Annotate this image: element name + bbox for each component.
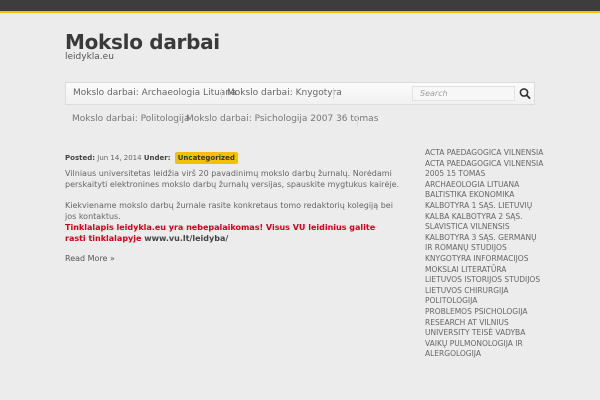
search-input[interactable] [412,86,515,101]
post-notice: Tinklalapis leidykla.eu yra nebepalaikom… [65,222,395,244]
search-icon[interactable] [517,86,533,101]
sidebar-link-baltistika-ekonomika[interactable]: BALTISTIKA EKONOMIKA [425,190,545,201]
sidebar-link-mokslai-literatura[interactable]: MOKSLAI LITERATŪRA LIETUVOS ISTORIJOS ST… [425,265,545,307]
site-description: leidykla.eu [65,52,114,62]
posted-label: Posted: [65,154,96,162]
sidebar-link-acta-paedagogica-2005[interactable]: ACTA PAEDAGOGICA VILNENSIA 2005 15 TOMAS [425,159,545,180]
nav-divider [178,115,179,126]
nav-item-politologija[interactable]: Mokslo darbai: Politologija [72,114,189,124]
sidebar-link-knygotyra-informacijos[interactable]: KNYGOTYRA INFORMACIJOS [425,254,545,265]
nav-divider [221,88,222,99]
top-bar-accent [0,11,600,13]
post-meta: Posted: Jun 14, 2014 Under: Uncategorize… [65,152,238,164]
nav-divider [357,115,358,126]
nav-item-psichologija[interactable]: Mokslo darbai: Psichologija 2007 36 toma… [186,114,378,124]
under-label: Under: [143,154,171,162]
read-more-link[interactable]: Read More » [65,254,115,263]
nav-item-knygotyra[interactable]: Mokslo darbai: Knygotyra [227,83,342,104]
post-paragraph-intro: Vilniaus universitetas leidžia virš 20 p… [65,169,400,189]
nav-item-archaeologia-lituana[interactable]: Mokslo darbai: Archaeologia Lituana [73,83,237,104]
post-date: Jun 14, 2014 [97,154,142,162]
sidebar-link-problemos-psichologija[interactable]: PROBLEMOS PSICHOLOGIJA RESEARCH AT VILNI… [425,307,545,339]
nav-divider [333,88,334,99]
sidebar-link-kalbotyra-3[interactable]: KALBOTYRA 3 SĄS. GERMANŲ IR ROMANŲ STUDI… [425,233,545,254]
post-paragraph-editors: Kiekviename mokslo darbų žurnale rasite … [65,201,393,221]
sidebar-link-acta-paedagogica[interactable]: ACTA PAEDAGOGICA VILNENSIA [425,148,545,159]
site-title[interactable]: Mokslo darbai [65,30,220,54]
sidebar-link-archaeologia-lituana[interactable]: ARCHAEOLOGIA LITUANA [425,180,545,191]
top-bar [0,0,600,11]
sidebar-link-kalbotyra-1-2[interactable]: KALBOTYRA 1 SĄS. LIETUVIŲ KALBA KALBOTYR… [425,201,545,222]
sidebar-links: ACTA PAEDAGOGICA VILNENSIA ACTA PAEDAGOG… [425,148,545,360]
category-badge[interactable]: Uncategorized [174,152,238,164]
notice-link[interactable]: www.vu.lt/leidyba/ [144,234,228,243]
sidebar-link-vaiku-pulmonologija[interactable]: VAIKŲ PULMONOLOGIJA IR ALERGOLOGIJA [425,339,545,360]
sidebar-link-slavistica-vilnensis[interactable]: SLAVISTICA VILNENSIS [425,222,545,233]
